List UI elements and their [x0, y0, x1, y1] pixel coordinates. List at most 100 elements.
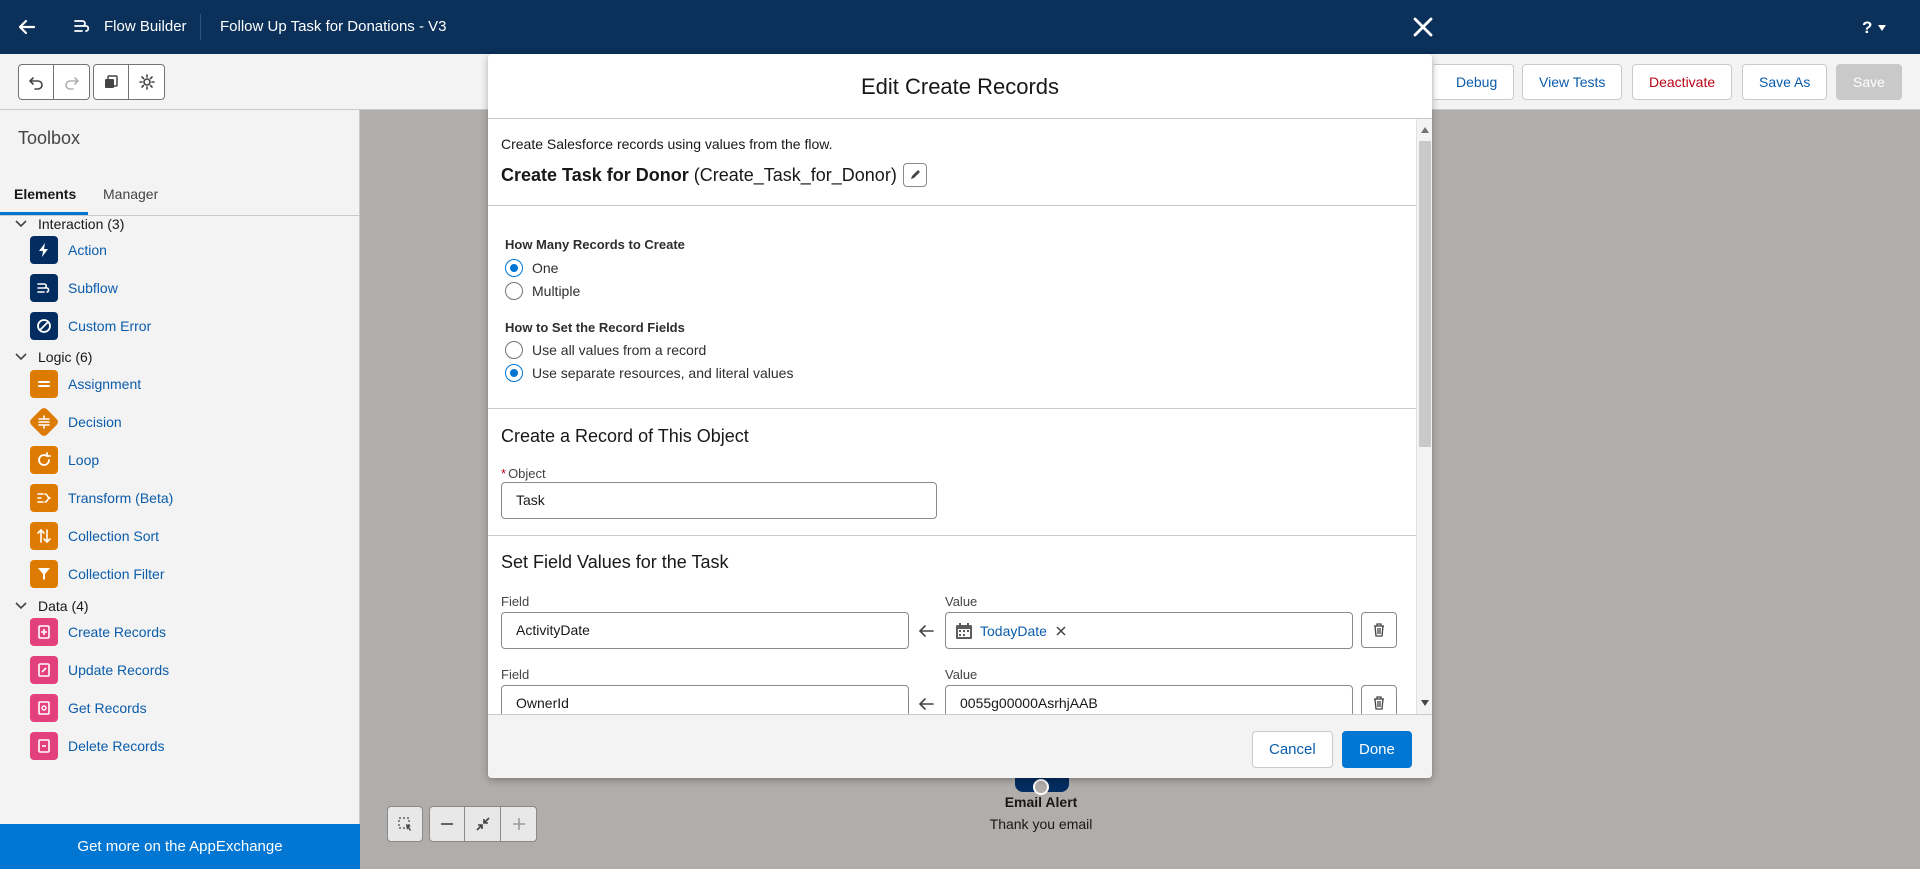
help-menu[interactable]: ?	[1862, 18, 1872, 38]
object-section-title: Create a Record of This Object	[501, 426, 749, 446]
element-decision[interactable]: Decision	[28, 406, 122, 438]
undo-icon	[28, 77, 43, 90]
element-custom-error[interactable]: Custom Error	[30, 312, 151, 340]
undo-button[interactable]	[18, 64, 54, 100]
element-label: Loop	[68, 452, 100, 468]
element-label: Custom Error	[68, 318, 152, 334]
radio-multiple[interactable]: Multiple	[505, 282, 580, 300]
element-name-row: Create Task for Donor (Create_Task_for_D…	[501, 163, 927, 187]
app-label: Flow Builder	[104, 18, 187, 35]
copy-button[interactable]	[93, 64, 129, 100]
back-arrow-icon[interactable]	[14, 14, 40, 40]
element-label: Transform (Beta)	[68, 490, 174, 506]
deactivate-button[interactable]: Deactivate	[1632, 64, 1733, 100]
element-create-records[interactable]: Create Records	[30, 618, 166, 646]
filter-icon	[30, 560, 58, 588]
element-update-records[interactable]: Update Records	[30, 656, 169, 684]
element-get-records[interactable]: Get Records	[30, 694, 147, 722]
arrow-left-icon	[918, 698, 934, 710]
modal-scrollbar[interactable]	[1416, 119, 1432, 714]
element-label: Create Task for Donor	[501, 164, 689, 185]
calendar-icon	[956, 623, 972, 639]
element-loop[interactable]: Loop	[30, 446, 99, 474]
radio-label: One	[532, 260, 559, 276]
element-label: Update Records	[68, 662, 170, 678]
value-input[interactable]: TodayDate	[945, 612, 1353, 649]
tab-elements[interactable]: Elements	[14, 186, 76, 202]
close-icon[interactable]	[1408, 12, 1438, 42]
arrow-left-icon	[918, 625, 934, 637]
plus-icon	[512, 818, 525, 830]
remove-icon[interactable]	[1055, 625, 1067, 637]
field-values-section-title: Set Field Values for the Task	[501, 552, 729, 572]
redo-button[interactable]	[54, 64, 90, 100]
save-as-button[interactable]: Save As	[1742, 64, 1828, 100]
zoom-out-button[interactable]	[429, 806, 465, 842]
resource-pill[interactable]: TodayDate	[954, 619, 1067, 643]
element-collection-filter[interactable]: Collection Filter	[30, 560, 164, 588]
field-input[interactable]: OwnerId	[501, 685, 909, 714]
object-input[interactable]: Task	[501, 482, 937, 519]
modal-footer: Cancel Done	[488, 714, 1432, 778]
divider	[488, 205, 1416, 206]
section-data[interactable]: Data (4)	[14, 598, 89, 614]
radio-button[interactable]	[505, 259, 523, 277]
element-delete-records[interactable]: Delete Records	[30, 732, 165, 760]
fit-view-button[interactable]	[465, 806, 501, 842]
edit-create-records-modal: Edit Create Records Create Salesforce re…	[488, 54, 1432, 778]
node-connector[interactable]	[1033, 779, 1049, 795]
radio-separate-resources[interactable]: Use separate resources, and literal valu…	[505, 364, 793, 382]
delete-row-button[interactable]	[1361, 612, 1397, 648]
chevron-down-icon[interactable]	[1878, 25, 1886, 31]
tab-manager[interactable]: Manager	[103, 186, 158, 202]
radio-label: Use separate resources, and literal valu…	[532, 365, 794, 381]
copy-icon	[105, 75, 118, 88]
debug-button[interactable]: Debug	[1434, 64, 1515, 100]
section-label: Data (4)	[38, 598, 89, 614]
zoom-in-button[interactable]	[501, 806, 537, 842]
gear-icon	[138, 74, 155, 90]
element-assignment[interactable]: Assignment	[30, 370, 141, 398]
radio-use-all-values[interactable]: Use all values from a record	[505, 341, 706, 359]
radio-button[interactable]	[505, 364, 523, 382]
select-elements-button[interactable]	[387, 806, 423, 842]
global-header: Flow Builder Follow Up Task for Donation…	[0, 0, 1920, 54]
save-button[interactable]: Save	[1836, 64, 1902, 100]
cancel-button[interactable]: Cancel	[1252, 731, 1333, 768]
view-tests-button[interactable]: View Tests	[1522, 64, 1623, 100]
field-input[interactable]: ActivityDate	[501, 612, 909, 649]
section-interaction[interactable]: Interaction (3)	[14, 216, 124, 232]
zoom-controls	[387, 806, 537, 842]
element-collection-sort[interactable]: Collection Sort	[30, 522, 159, 550]
value-label: Value	[945, 594, 978, 609]
redo-icon	[64, 77, 79, 90]
value-input[interactable]: 0055g00000AsrhjAAB	[945, 685, 1353, 714]
scroll-down-icon[interactable]	[1420, 699, 1430, 707]
radio-button[interactable]	[505, 282, 523, 300]
edit-name-button[interactable]	[902, 163, 927, 187]
toolbox-panel: Toolbox Elements Manager Interaction (3)…	[0, 110, 360, 869]
scroll-up-icon[interactable]	[1420, 126, 1430, 134]
radio-button[interactable]	[505, 341, 523, 359]
how-set-label: How to Set the Record Fields	[505, 320, 685, 335]
done-button[interactable]: Done	[1342, 731, 1412, 768]
assignment-icon	[30, 370, 58, 398]
element-subflow[interactable]: Subflow	[30, 274, 118, 302]
settings-button[interactable]	[129, 64, 165, 100]
trash-icon	[1374, 623, 1384, 637]
delete-row-button[interactable]	[1361, 685, 1397, 714]
appexchange-link[interactable]: Get more on the AppExchange	[0, 824, 360, 869]
field-label: Field	[501, 594, 530, 609]
modal-body: Create Salesforce records using values f…	[488, 119, 1432, 714]
header-divider	[200, 14, 201, 40]
contract-icon	[475, 817, 490, 831]
get-records-icon	[30, 694, 58, 722]
chevron-down-icon	[15, 602, 27, 610]
element-label: Subflow	[68, 280, 118, 296]
scrollbar-thumb[interactable]	[1419, 141, 1431, 447]
radio-one[interactable]: One	[505, 259, 558, 277]
element-transform[interactable]: Transform (Beta)	[30, 484, 173, 512]
element-action[interactable]: Action	[30, 236, 107, 264]
minus-icon	[441, 823, 453, 825]
section-logic[interactable]: Logic (6)	[14, 349, 92, 365]
